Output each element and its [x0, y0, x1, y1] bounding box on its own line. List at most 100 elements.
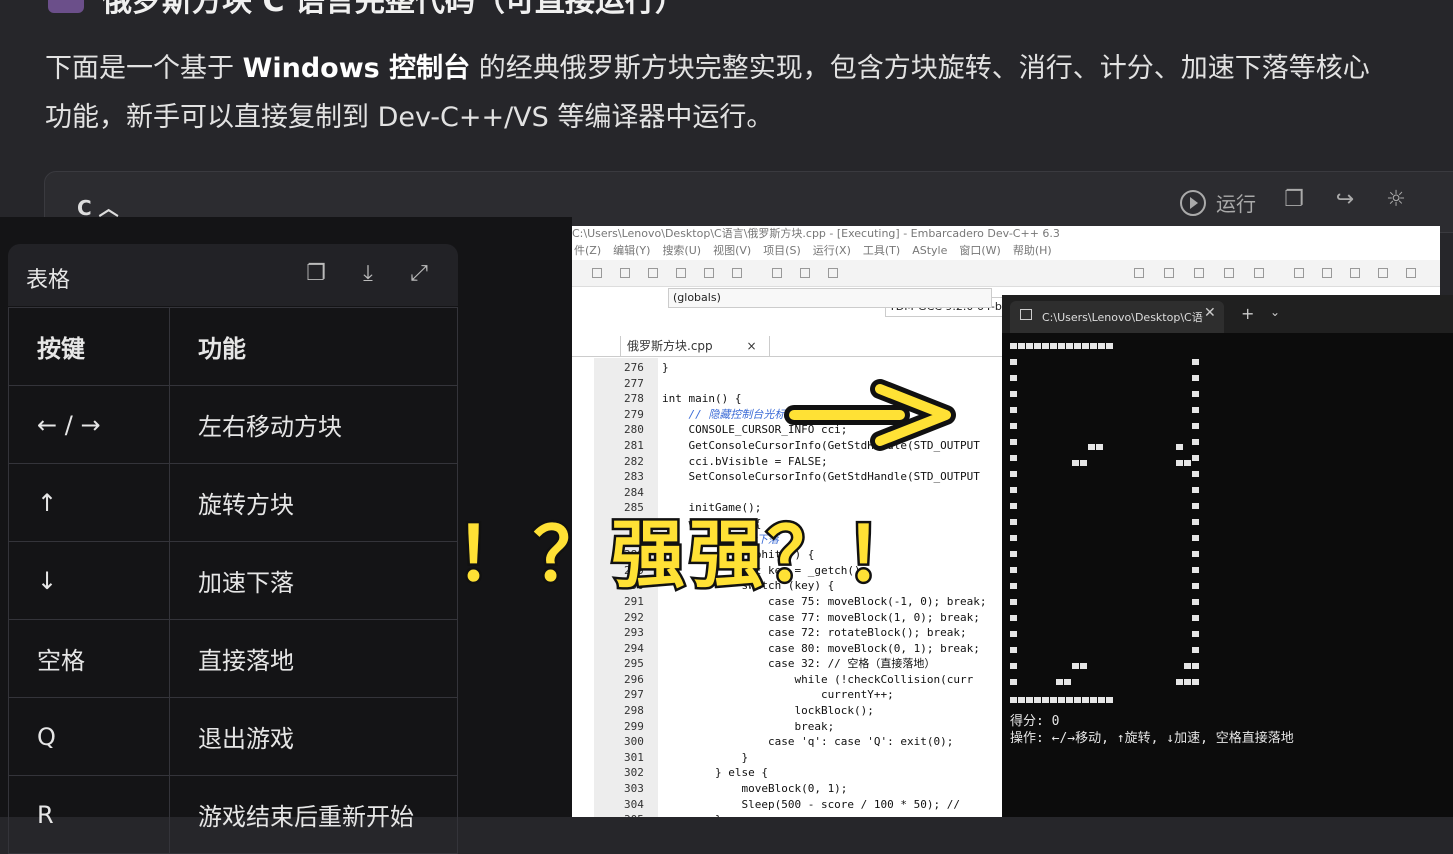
- code-line: while (!checkCollision(curr: [662, 672, 974, 686]
- download-icon[interactable]: ⤓: [356, 262, 380, 286]
- run-button[interactable]: 运行: [1180, 188, 1256, 217]
- board-cell: [1192, 599, 1199, 605]
- table-row: 空格 直接落地: [8, 619, 458, 698]
- line-number: 276: [624, 361, 644, 374]
- line-number: 303: [624, 782, 644, 796]
- menu-window[interactable]: 窗口(W): [959, 242, 1000, 260]
- tab-source-file[interactable]: 俄罗斯方块.cpp ×: [620, 336, 770, 356]
- toolbar-button[interactable]: [732, 268, 742, 278]
- board-cell: [1090, 343, 1097, 349]
- toolbar-button[interactable]: [1254, 268, 1264, 278]
- toolbar-button[interactable]: [592, 268, 602, 278]
- board-cell: [1010, 487, 1017, 493]
- key-cell: ↓: [8, 541, 170, 620]
- code-line: }: [662, 361, 669, 374]
- theme-sun-icon[interactable]: ☼: [1384, 188, 1408, 212]
- board-cell: [1050, 697, 1057, 703]
- line-number: 300: [624, 735, 644, 749]
- key-cell: ↑: [8, 463, 170, 542]
- close-icon[interactable]: ✕: [1204, 305, 1216, 321]
- board-cell: [1192, 455, 1199, 461]
- menu-tools[interactable]: 工具(T): [863, 242, 900, 260]
- board-cell: [1088, 444, 1095, 450]
- code-line: }: [662, 750, 749, 764]
- menu-run[interactable]: 运行(X): [813, 242, 851, 260]
- code-line: currentY++;: [662, 688, 894, 702]
- close-icon[interactable]: ×: [746, 339, 756, 353]
- menu-astyle[interactable]: AStyle: [912, 242, 947, 260]
- line-number: 304: [624, 797, 644, 811]
- new-tab-icon[interactable]: +: [1241, 304, 1254, 323]
- board-cell: [1184, 679, 1191, 685]
- code-line: Sleep(500 - score / 100 * 50); //: [662, 797, 961, 811]
- expand-icon[interactable]: ⤢: [407, 262, 431, 286]
- function-cell: 游戏结束后重新开始: [169, 775, 458, 854]
- table-row: ← / → 左右移动方块: [8, 385, 458, 464]
- board-cell: [1192, 503, 1199, 509]
- copy-icon[interactable]: ❐: [304, 262, 328, 286]
- toolbar-button[interactable]: [620, 268, 630, 278]
- menu-search[interactable]: 搜索(U): [662, 242, 701, 260]
- board-cell: [1192, 647, 1199, 653]
- line-number: 299: [624, 719, 644, 733]
- board-cell: [1106, 343, 1113, 349]
- toolbar-button[interactable]: [1350, 268, 1360, 278]
- table-row: ↓ 加速下落: [8, 541, 458, 620]
- keys-table: 按键 功能 ← / → 左右移动方块 ↑ 旋转方块 ↓ 加速下落 空格 直接落地…: [8, 307, 458, 854]
- menu-project[interactable]: 项目(S): [763, 242, 801, 260]
- board-cell: [1090, 697, 1097, 703]
- menu-edit[interactable]: 编辑(Y): [613, 242, 650, 260]
- arrow-right-icon: [784, 379, 956, 451]
- board-cell: [1192, 359, 1199, 365]
- board-cell: [1184, 663, 1191, 669]
- board-cell: [1010, 663, 1017, 669]
- toolbar-button[interactable]: [1194, 268, 1204, 278]
- function-cell: 退出游戏: [169, 697, 458, 776]
- code-line: } else {: [662, 766, 768, 780]
- toolbar-button[interactable]: [828, 268, 838, 278]
- toolbar-button[interactable]: [704, 268, 714, 278]
- heading-text: 俄罗斯方块 C 语言完整代码（可直接运行）: [102, 0, 685, 19]
- menu-help[interactable]: 帮助(H): [1013, 242, 1052, 260]
- header-function: 功能: [169, 307, 458, 386]
- toolbar-button[interactable]: [1406, 268, 1416, 278]
- toolbar-button[interactable]: [800, 268, 810, 278]
- line-number: 294: [624, 641, 644, 655]
- board-cell: [1192, 583, 1199, 589]
- board-cell: [1192, 423, 1199, 429]
- toolbar-button[interactable]: [1134, 268, 1144, 278]
- para-text-b: 的经典俄罗斯方块完整实现，包含方块旋转、消行、计分、加速下落等核心: [470, 53, 1370, 84]
- line-number: 295: [624, 657, 644, 671]
- video-caption: ！？强强？！: [453, 510, 923, 601]
- menu-file[interactable]: 件(Z): [574, 242, 601, 260]
- copy-icon[interactable]: ❐: [1282, 188, 1306, 212]
- toolbar-button[interactable]: [1378, 268, 1388, 278]
- scope-select[interactable]: (globals): [668, 288, 992, 308]
- board-cell: [1010, 439, 1017, 445]
- toolbar-button[interactable]: [1322, 268, 1332, 278]
- toolbar-button[interactable]: [1164, 268, 1174, 278]
- toolbar-button[interactable]: [1294, 268, 1304, 278]
- redirect-icon[interactable]: ↪: [1333, 188, 1357, 212]
- chevron-down-icon[interactable]: ⌄: [1270, 305, 1280, 319]
- toolbar-button[interactable]: [772, 268, 782, 278]
- board-cell: [1192, 631, 1199, 637]
- line-number: 282: [624, 454, 644, 468]
- code-line: case 72: rotateBlock(); break;: [662, 626, 967, 640]
- toolbar-button[interactable]: [1224, 268, 1234, 278]
- toolbar-button[interactable]: [648, 268, 658, 278]
- code-line: case 32: // 空格（直接落地）: [662, 657, 936, 671]
- para-bold: Windows 控制台: [242, 53, 471, 84]
- board-cell: [1010, 503, 1017, 509]
- line-number: 305: [624, 812, 644, 817]
- console-window: C:\Users\Lenovo\Desktop\C语 ✕ + ⌄ 得分: 0 操…: [1002, 295, 1453, 817]
- board-cell: [1058, 697, 1065, 703]
- para-text-a: 下面是一个基于: [45, 53, 243, 84]
- toolbar-button[interactable]: [676, 268, 686, 278]
- board-cell: [1176, 679, 1183, 685]
- board-cell: [1184, 460, 1191, 466]
- menu-view[interactable]: 视图(V): [713, 242, 751, 260]
- para-line-2: 功能，新手可以直接复制到 Dev-C++/VS 等编译器中运行。: [45, 102, 774, 133]
- board-cell: [1010, 375, 1017, 381]
- board-cell: [1010, 519, 1017, 525]
